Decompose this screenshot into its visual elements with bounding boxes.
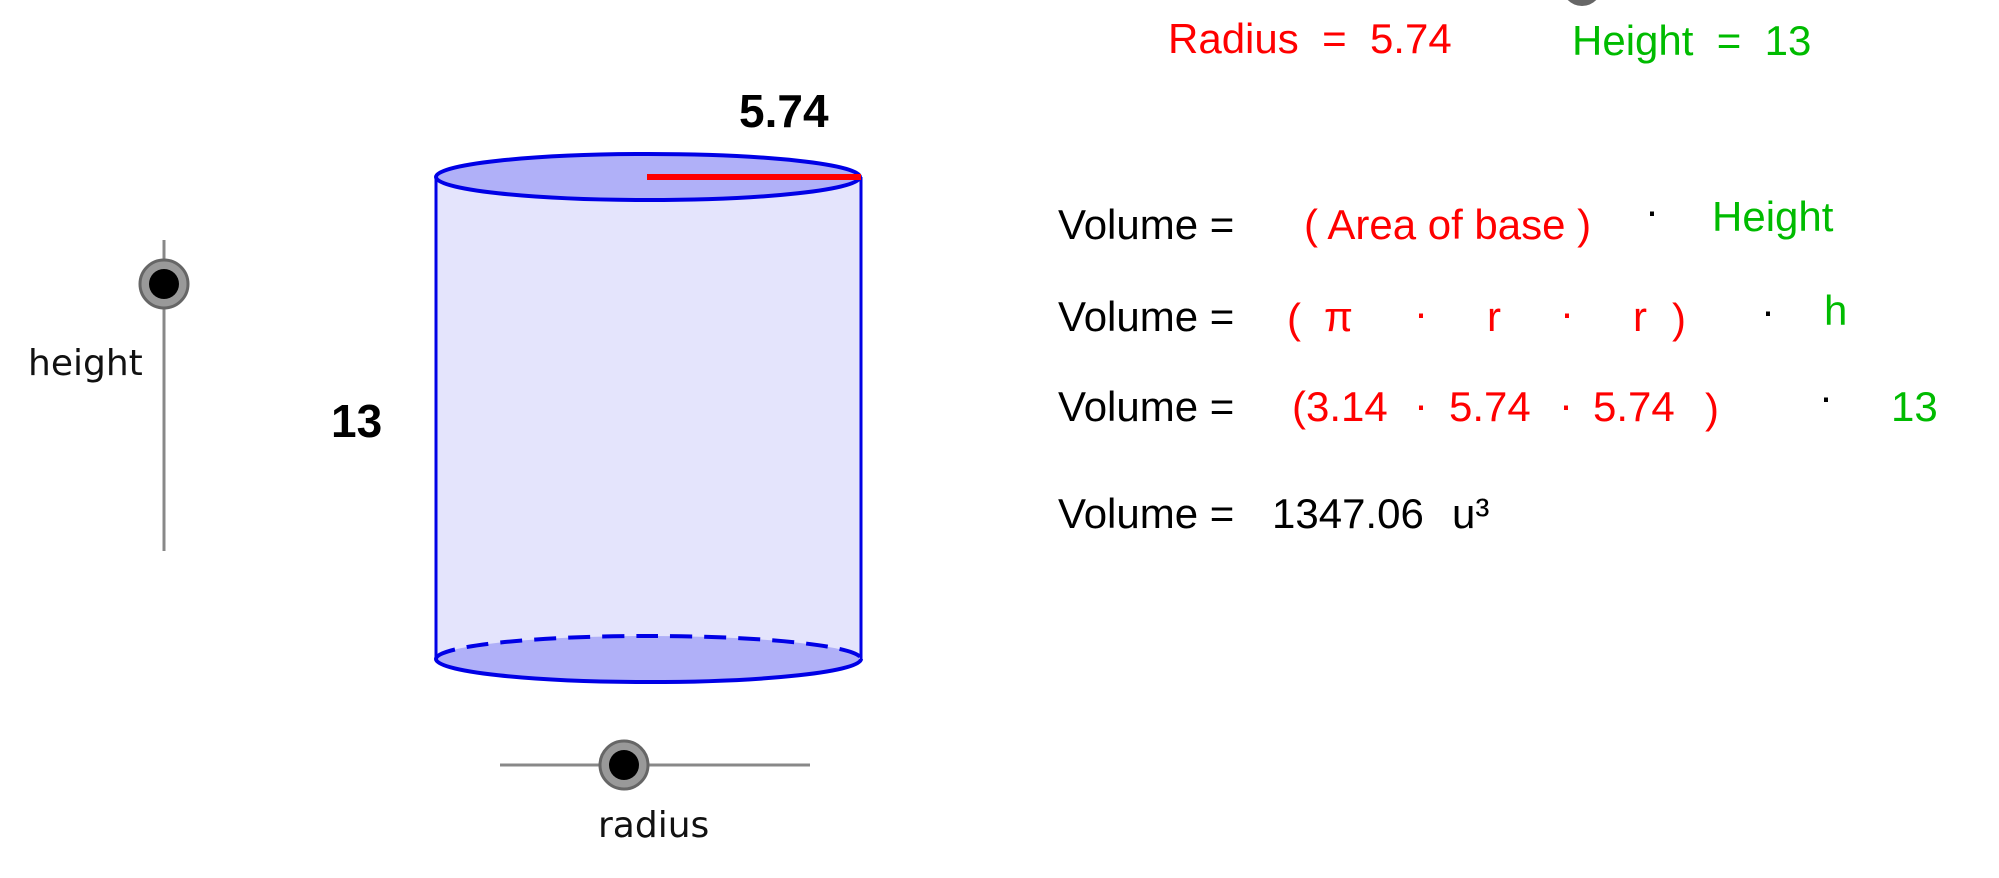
formula-r2-value: 5.74 — [1593, 383, 1675, 430]
formula-h: h — [1824, 287, 1848, 334]
formula-r1: r — [1487, 293, 1501, 340]
formula-line3-dot1: · — [1414, 381, 1428, 428]
formula-line3-dot3: · — [1819, 373, 1833, 420]
formula-line2-close-paren: ) — [1672, 295, 1686, 342]
formula-line4-lhs: Volume = — [1058, 490, 1235, 537]
formula-line2-dot1: · — [1414, 289, 1428, 336]
formula-pi-value: (3.14 — [1292, 383, 1388, 430]
formula-r1-value: 5.74 — [1449, 383, 1531, 430]
formula-line3-lhs: Volume = — [1058, 383, 1235, 430]
formula-r2: r — [1633, 293, 1647, 340]
height-slider-label: height — [28, 343, 143, 384]
formula-line1-lhs: Volume = — [1058, 201, 1235, 248]
formula-line2-lhs: Volume = — [1058, 293, 1235, 340]
formula-pi: π — [1324, 293, 1353, 340]
radius-slider-handle-dot — [609, 750, 639, 780]
cylinder-radius-label: 5.74 — [739, 85, 829, 137]
hidden-point — [1567, 0, 1597, 6]
cylinder-height-label: 13 — [331, 395, 383, 447]
formula-line2-dot3: · — [1761, 287, 1775, 334]
formula-line2-dot2: · — [1560, 289, 1574, 336]
formula-line3-dot2: · — [1559, 381, 1573, 428]
volume-unit: u³ — [1452, 490, 1490, 537]
formula-height-word: Height — [1712, 193, 1834, 240]
formula-line1-dot: · — [1645, 187, 1659, 234]
formula-line3-close-paren: ) — [1705, 385, 1719, 432]
formula-h-value: 13 — [1891, 383, 1938, 430]
volume-result: 1347.06 — [1272, 490, 1424, 537]
height-slider-handle-dot — [149, 269, 179, 299]
radius-slider-label: radius — [598, 805, 710, 846]
formula-line2-open-paren: ( — [1287, 295, 1301, 342]
cylinder-body — [436, 177, 861, 659]
radius-value-text: Radius = 5.74 — [1168, 15, 1452, 62]
height-value-text: Height = 13 — [1572, 17, 1812, 64]
graphics-canvas — [138, 0, 1597, 791]
formula-area-of-base: ( Area of base ) — [1304, 201, 1592, 248]
